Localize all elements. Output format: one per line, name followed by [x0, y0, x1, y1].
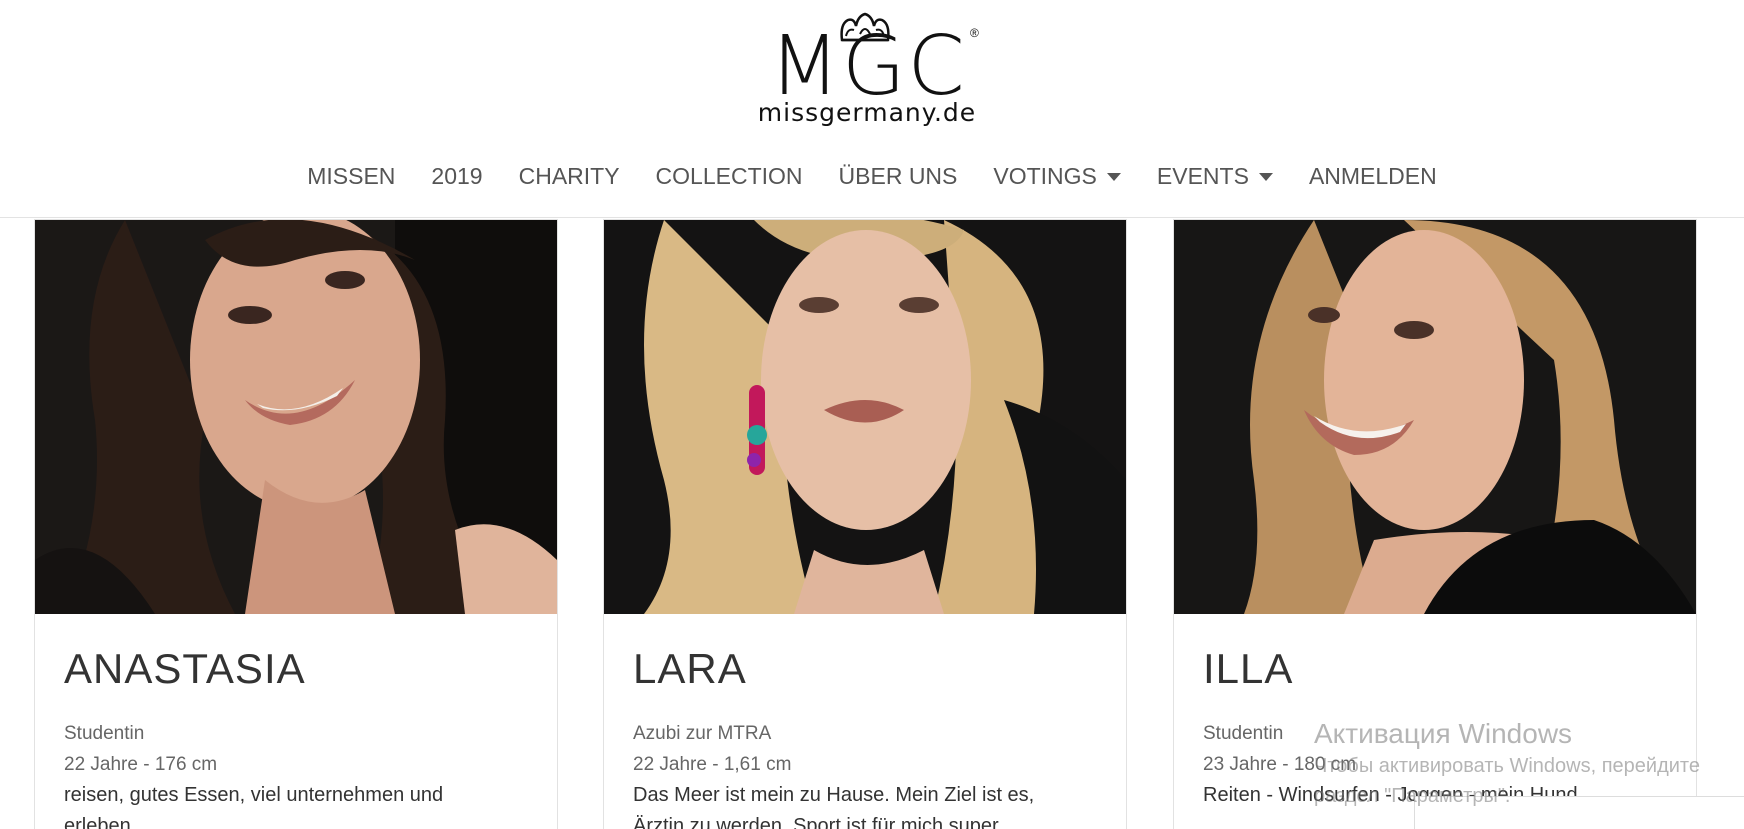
candidate-hobbies: Das Meer ist mein zu Hause. Mein Ziel is… [633, 780, 1103, 829]
candidate-name: LARA [633, 645, 747, 692]
nav-label: CHARITY [518, 162, 620, 189]
logo-domain: missgermany.de [757, 98, 977, 127]
candidate-stats: 22 Jahre - 1,61 cm [633, 754, 792, 775]
candidate-photo [35, 220, 557, 614]
nav-label: 2019 [431, 162, 483, 189]
candidate-name: ANASTASIA [64, 645, 306, 692]
nav-item-anmelden[interactable]: ANMELDEN [1291, 163, 1455, 190]
candidate-name: ILLA [1203, 645, 1294, 692]
nav-item-ueber-uns[interactable]: ÜBER UNS [821, 163, 976, 190]
candidate-occupation: Studentin [1203, 723, 1284, 744]
nav-label: MISSEN [307, 162, 396, 189]
main-navigation: MISSEN 2019 CHARITY COLLECTION ÜBER UNS … [0, 156, 1744, 196]
hobbies-line: reisen, gutes Essen, viel unternehmen un… [64, 784, 444, 806]
floating-widget[interactable] [1414, 796, 1744, 829]
hobbies-line: Das Meer ist mein zu Hause. Mein Ziel is… [633, 784, 1035, 806]
card-body: ANASTASIA Studentin 22 Jahre - 176 cm re… [64, 644, 534, 829]
nav-label: EVENTS [1156, 162, 1249, 189]
candidate-stats: 22 Jahre - 176 cm [64, 754, 218, 775]
candidate-photo [1174, 220, 1696, 614]
nav-label: COLLECTION [655, 162, 803, 189]
candidate-card[interactable]: ILLA Studentin 23 Jahre - 180 cm Reiten … [1173, 219, 1697, 829]
nav-item-events[interactable]: EVENTS [1139, 163, 1291, 190]
nav-item-charity[interactable]: CHARITY [501, 163, 638, 190]
nav-item-2019[interactable]: 2019 [413, 163, 500, 190]
nav-label: VOTINGS [993, 162, 1097, 189]
candidate-stats: 23 Jahre - 180 cm [1203, 754, 1357, 775]
card-body: LARA Azubi zur MTRA 22 Jahre - 1,61 cm D… [633, 644, 1103, 829]
candidate-cards: ANASTASIA Studentin 22 Jahre - 176 cm re… [0, 219, 1744, 829]
caret-down-icon [1106, 173, 1121, 181]
candidate-occupation: Azubi zur MTRA [633, 723, 772, 744]
nav-item-votings[interactable]: VOTINGS [975, 163, 1139, 190]
registered-mark: ® [970, 26, 979, 40]
candidate-occupation: Studentin [64, 723, 145, 744]
site-logo[interactable]: MGC ® missgermany.de [744, 8, 994, 127]
candidate-photo [604, 220, 1126, 614]
site-header: MGC ® missgermany.de MISSEN 2019 CHARITY… [0, 0, 1744, 218]
logo-wordmark: MGC [769, 19, 967, 114]
hobbies-line: erleben [64, 815, 131, 829]
hobbies-line: Ärztin zu werden. Sport ist für mich sup… [633, 815, 999, 829]
candidate-card[interactable]: ANASTASIA Studentin 22 Jahre - 176 cm re… [34, 219, 558, 829]
nav-item-collection[interactable]: COLLECTION [638, 163, 821, 190]
nav-item-missen[interactable]: MISSEN [289, 163, 413, 190]
card-body: ILLA Studentin 23 Jahre - 180 cm Reiten … [1203, 644, 1673, 811]
caret-down-icon [1258, 173, 1273, 181]
nav-label: ANMELDEN [1308, 162, 1437, 189]
candidate-card[interactable]: LARA Azubi zur MTRA 22 Jahre - 1,61 cm D… [603, 219, 1127, 829]
candidate-hobbies: reisen, gutes Essen, viel unternehmen un… [64, 780, 534, 829]
nav-label: ÜBER UNS [838, 162, 958, 189]
